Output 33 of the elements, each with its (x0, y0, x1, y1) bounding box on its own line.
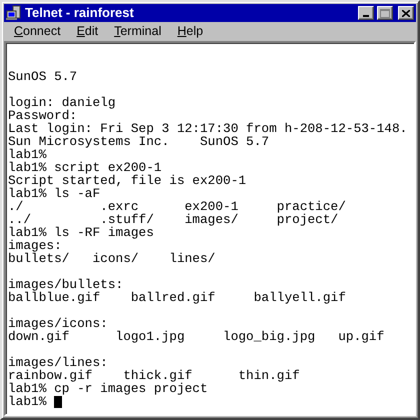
terminal-line: down.gif logo1.jpg logo_big.jpg up.gif (8, 330, 386, 343)
terminal-line: lab1% script ex200-1 (8, 161, 163, 174)
terminal-line: Sun Microsystems Inc. SunOS 5.7 (8, 135, 270, 148)
menu-item[interactable]: Edit (68, 23, 106, 40)
close-button[interactable] (398, 6, 414, 20)
minimize-button[interactable] (358, 6, 374, 20)
terminal-line: Script started, file is ex200-1 (8, 174, 248, 187)
terminal-line: bullets/ icons/ lines/ (8, 252, 216, 265)
maximize-button[interactable] (377, 6, 393, 20)
computer-icon (6, 5, 22, 21)
terminal-line: Password: (8, 109, 78, 122)
terminal-line: lab1% ls -aF (8, 187, 100, 200)
terminal-line: rainbow.gif thick.gif thin.gif (8, 369, 301, 382)
terminal-line: login: danielg (8, 96, 117, 109)
menu-item[interactable]: Help (169, 23, 212, 40)
terminal-line: images/lines: (8, 356, 109, 369)
terminal-line: Last login: Fri Sep 3 12:17:30 from h-208-12-53-148. (8, 122, 408, 135)
terminal-line: lab1% (8, 395, 46, 408)
terminal-line: ./ .exrc ex200-1 practice/ (8, 200, 347, 213)
menu-item[interactable]: Terminal (106, 23, 170, 40)
terminal-line: images/icons: (8, 317, 109, 330)
terminal-line: SunOS 5.7 (8, 70, 78, 83)
close-icon (402, 10, 410, 16)
terminal-line: lab1% ls -RF images (8, 226, 155, 239)
terminal-line: lab1% (8, 148, 46, 161)
terminal-line: lab1% cp -r images project (8, 382, 209, 395)
maximize-icon (380, 8, 390, 18)
terminal-line: images/bullets: (8, 278, 124, 291)
window-title: Telnet - rainforest (25, 4, 135, 22)
terminal-line: images: (8, 239, 62, 252)
menu-item[interactable]: Connect (6, 23, 69, 40)
terminal-line: ../ .stuff/ images/ project/ (8, 213, 338, 226)
terminal-line: ballblue.gif ballred.gif ballyell.gif (8, 291, 347, 304)
